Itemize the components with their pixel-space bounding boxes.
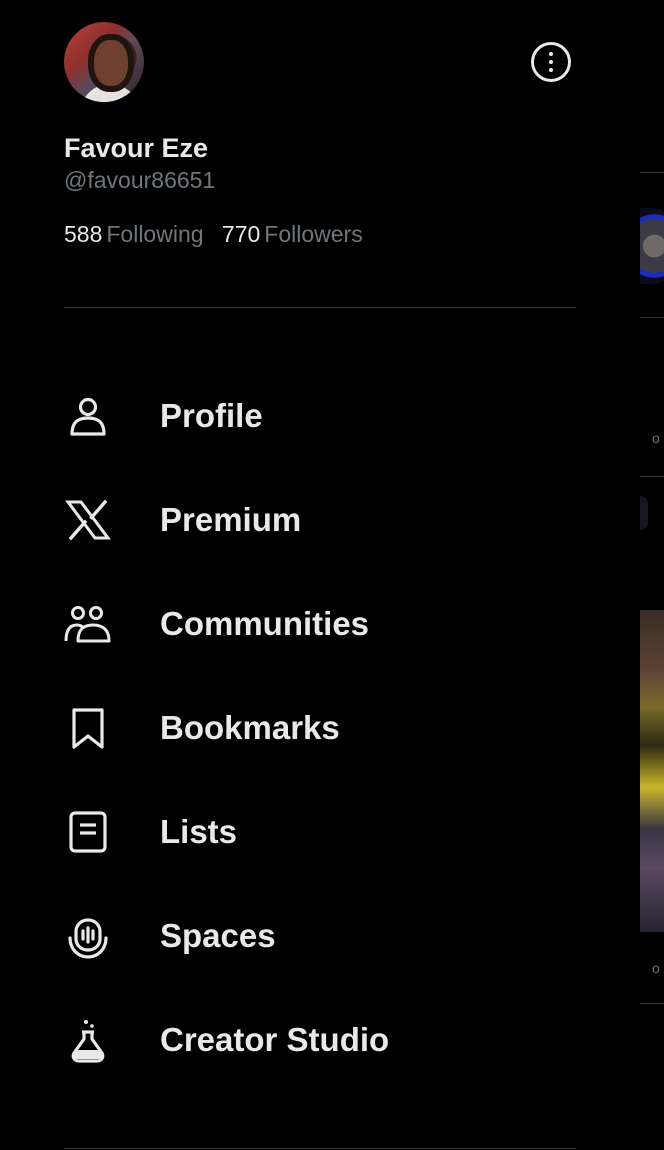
more-dot-icon <box>549 60 553 64</box>
timeline-avatar <box>640 208 664 284</box>
menu-item-creator-studio[interactable]: Creator Studio <box>64 1008 584 1072</box>
background-timeline: o o <box>640 0 664 1150</box>
menu-item-label: Communities <box>160 605 370 642</box>
menu-item-label: Creator Studio <box>160 1021 390 1058</box>
communities-icon <box>64 600 112 648</box>
section-divider <box>64 307 576 308</box>
bookmark-icon <box>64 704 112 752</box>
more-dot-icon <box>549 52 553 56</box>
menu-item-spaces[interactable]: Spaces <box>64 904 584 968</box>
list-icon <box>64 808 112 856</box>
menu-item-communities[interactable]: Communities <box>64 592 584 656</box>
spaces-icon <box>64 912 112 960</box>
section-divider <box>64 1148 576 1149</box>
followers-count: 770 <box>221 221 261 247</box>
menu-item-label: Lists <box>160 813 238 850</box>
menu-item-profile[interactable]: Profile <box>64 384 584 448</box>
timeline-media <box>640 610 664 932</box>
menu-item-label: Spaces <box>160 917 276 954</box>
display-name: Favour Eze <box>64 133 209 163</box>
timeline-divider <box>640 317 664 318</box>
more-options-button[interactable] <box>531 42 571 82</box>
menu-item-label: Premium <box>160 501 302 538</box>
menu-item-premium[interactable]: Premium <box>64 488 584 552</box>
avatar-photo-face <box>94 40 128 86</box>
x-logo-icon <box>64 496 112 544</box>
following-count: 588 <box>64 221 103 247</box>
avatar-photo-detail <box>80 84 140 102</box>
navigation-drawer: Favour Eze @favour86651 588 Following 770… <box>0 0 640 1150</box>
timeline-chip <box>640 496 648 530</box>
timeline-divider <box>640 1003 664 1004</box>
more-dot-icon <box>549 68 553 72</box>
menu-item-label: Bookmarks <box>160 709 340 746</box>
followers-link[interactable]: 770 Followers <box>222 219 363 249</box>
following-label: Following <box>106 221 204 247</box>
user-handle: @favour86651 <box>64 167 216 193</box>
menu-item-label: Profile <box>160 397 263 434</box>
person-icon <box>64 392 112 440</box>
menu-item-lists[interactable]: Lists <box>64 800 584 864</box>
follow-stats: 588 Following 770 Followers <box>64 219 375 249</box>
following-link[interactable]: 588 Following <box>64 219 204 249</box>
avatar[interactable] <box>64 22 144 102</box>
timeline-action-icon: o <box>652 960 660 976</box>
timeline-divider <box>640 172 664 173</box>
followers-label: Followers <box>264 221 363 247</box>
timeline-divider <box>640 476 664 477</box>
menu-item-bookmarks[interactable]: Bookmarks <box>64 696 584 760</box>
timeline-action-icon: o <box>652 430 660 446</box>
flask-icon <box>64 1016 112 1064</box>
